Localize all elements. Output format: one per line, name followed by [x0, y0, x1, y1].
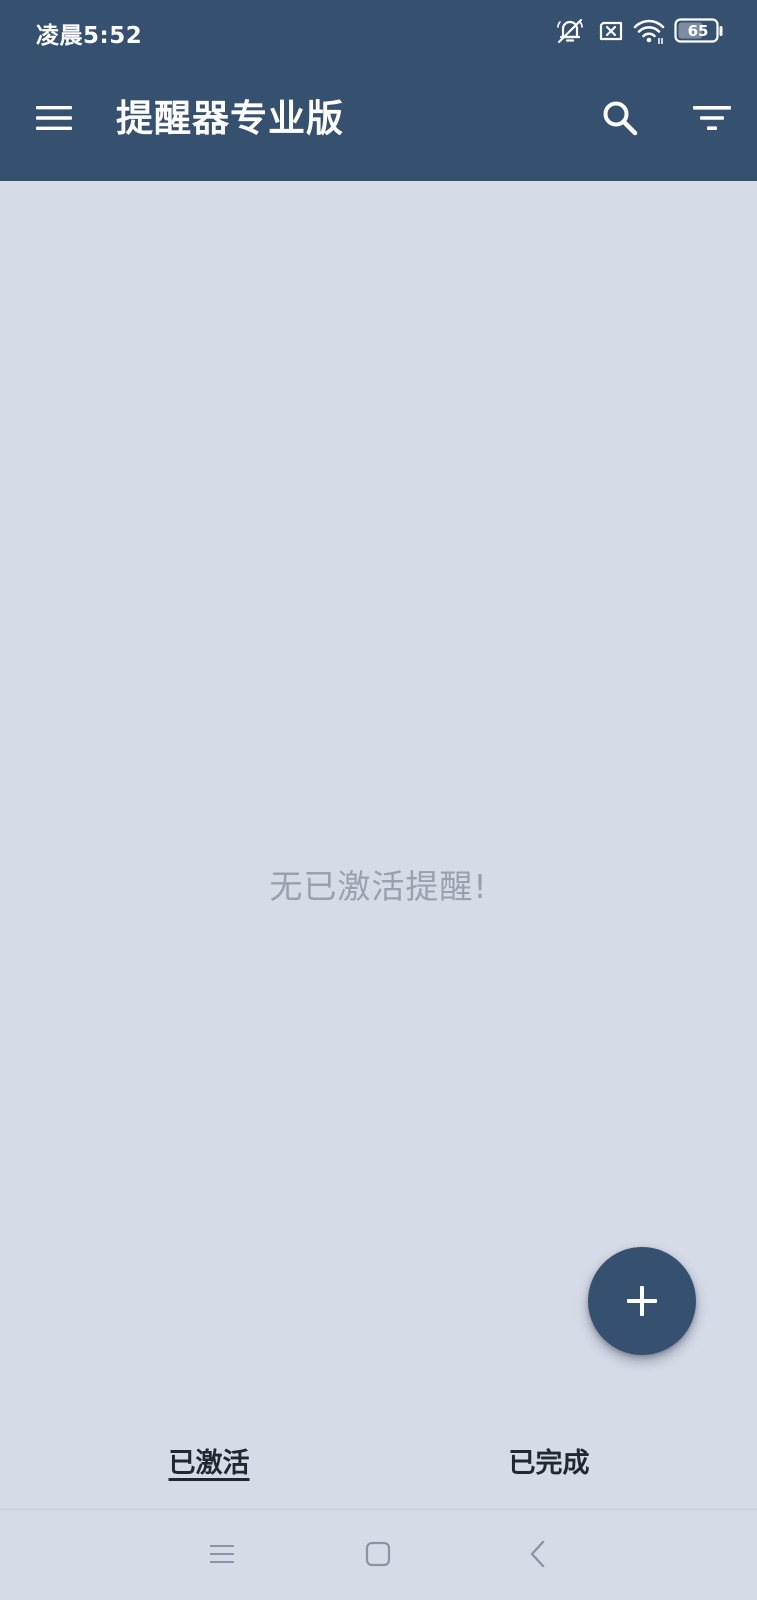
filter-icon — [693, 106, 731, 130]
search-icon — [603, 101, 638, 136]
system-nav-bar — [0, 1510, 757, 1600]
bottom-tab-bar: 已激活 已完成 — [0, 1420, 757, 1510]
app-bar: 提醒器专业版 — [0, 64, 757, 181]
filter-button[interactable] — [686, 90, 738, 146]
tab-label: 已完成 — [508, 1448, 590, 1479]
menu-button[interactable] — [28, 92, 80, 144]
battery-level: 65 — [687, 22, 709, 40]
app-title: 提醒器专业版 — [116, 97, 344, 140]
add-reminder-button[interactable] — [588, 1247, 696, 1355]
bell-off-icon — [555, 16, 585, 46]
menu-icon — [36, 106, 72, 130]
tab-completed-reminders[interactable]: 已完成 — [360, 1420, 738, 1510]
back-button[interactable] — [514, 1530, 562, 1578]
top-bar-background: 凌晨5:52 65 提醒器专业版 — [0, 0, 757, 181]
status-time: 凌晨5:52 — [36, 23, 143, 49]
battery-icon: 65 — [674, 18, 724, 44]
tab-active-reminders[interactable]: 已激活 — [20, 1420, 398, 1510]
sim-off-icon — [596, 16, 626, 46]
tab-label: 已激活 — [168, 1448, 250, 1479]
recents-icon — [210, 1545, 234, 1563]
recents-button[interactable] — [198, 1530, 246, 1578]
search-button[interactable] — [592, 90, 648, 146]
plus-icon — [627, 1286, 657, 1316]
home-button[interactable] — [354, 1530, 402, 1578]
empty-state-message: 无已激活提醒! — [269, 867, 488, 906]
wifi-icon — [632, 16, 666, 46]
back-icon — [530, 1540, 545, 1568]
status-bar: 凌晨5:52 65 — [0, 0, 757, 64]
home-icon — [365, 1541, 391, 1567]
